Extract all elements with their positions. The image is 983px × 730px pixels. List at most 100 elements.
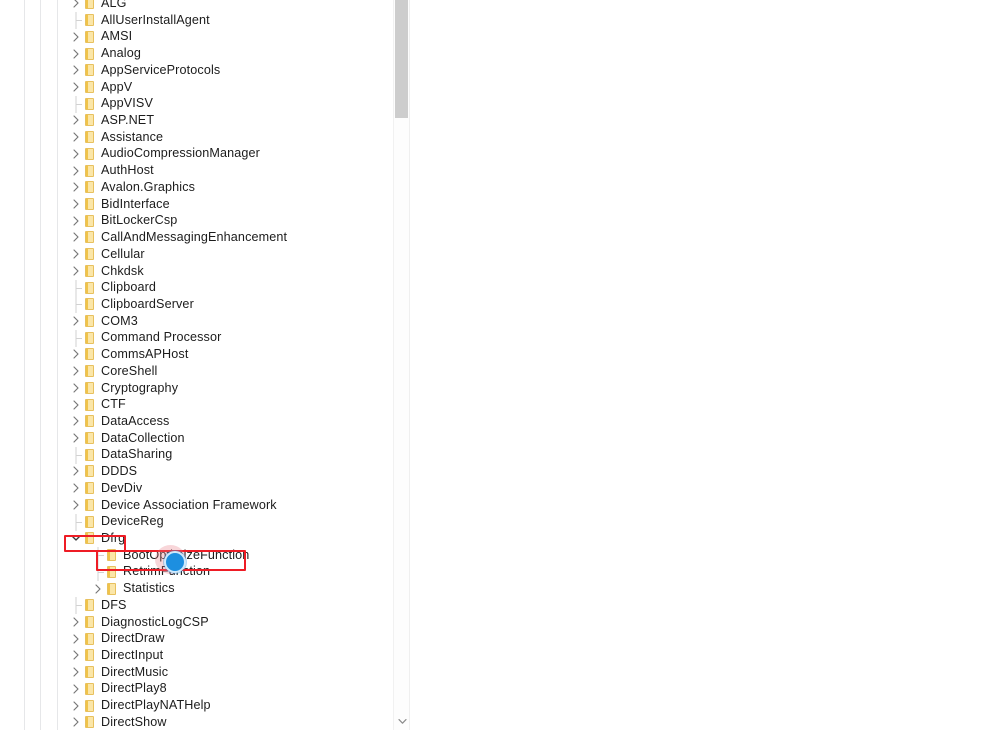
tree-item-appvisv[interactable]: AppVISV: [58, 95, 394, 113]
chevron-right-icon: [73, 634, 79, 644]
expand-toggle[interactable]: [68, 664, 84, 680]
expand-toggle[interactable]: [68, 79, 84, 95]
tree-item-analog[interactable]: Analog: [58, 45, 394, 62]
tree-item-coreshell[interactable]: CoreShell: [58, 363, 394, 380]
tree-item-directmusic[interactable]: DirectMusic: [58, 664, 394, 681]
tree-item-statistics[interactable]: Statistics: [58, 580, 394, 597]
collapse-toggle[interactable]: [68, 530, 84, 546]
tree-item-dataaccess[interactable]: DataAccess: [58, 413, 394, 430]
tree-item-label: CTF: [101, 397, 126, 412]
registry-key-tree-list: ALG AllUserInstallAgent AMSI Analog AppServi…: [58, 0, 394, 730]
tree-item-callandmessagingenhancement[interactable]: CallAndMessagingEnhancement: [58, 229, 394, 246]
expand-toggle[interactable]: [68, 430, 84, 446]
expand-toggle[interactable]: [68, 614, 84, 630]
tree-item-diagnosticlogcsp[interactable]: DiagnosticLogCSP: [58, 614, 394, 631]
expand-toggle[interactable]: [68, 62, 84, 78]
tree-item-datacollection[interactable]: DataCollection: [58, 430, 394, 447]
expand-toggle[interactable]: [68, 229, 84, 245]
tree-item-label: BitLockerCsp: [101, 213, 178, 228]
tree-item-com3[interactable]: COM3: [58, 313, 394, 330]
chevron-right-icon: [73, 232, 79, 242]
tree-item-directplay8[interactable]: DirectPlay8: [58, 680, 394, 697]
folder-icon: [85, 348, 94, 361]
tree-item-chkdsk[interactable]: Chkdsk: [58, 263, 394, 280]
tree-item-device-association-framework[interactable]: Device Association Framework: [58, 497, 394, 514]
tree-item-authhost[interactable]: AuthHost: [58, 162, 394, 179]
expand-toggle[interactable]: [68, 46, 84, 62]
expand-toggle[interactable]: [68, 246, 84, 262]
tree-item-command-processor[interactable]: Command Processor: [58, 329, 394, 347]
tree-item-directshow[interactable]: DirectShow: [58, 714, 394, 730]
registry-values-pane[interactable]: [411, 0, 983, 730]
expand-toggle[interactable]: [68, 196, 84, 212]
tree-item-clipboardserver[interactable]: ClipboardServer: [58, 296, 394, 314]
tree-item-avalon-graphics[interactable]: Avalon.Graphics: [58, 179, 394, 196]
tree-item-appv[interactable]: AppV: [58, 79, 394, 96]
expand-toggle[interactable]: [68, 714, 84, 730]
expand-toggle[interactable]: [68, 463, 84, 479]
tree-item-devicereg[interactable]: DeviceReg: [58, 513, 394, 531]
tree-item-alluserinstallagent[interactable]: AllUserInstallAgent: [58, 12, 394, 30]
registry-key-tree-panel[interactable]: ALG AllUserInstallAgent AMSI Analog AppServi…: [58, 0, 414, 730]
tree-item-clipboard[interactable]: Clipboard: [58, 279, 394, 297]
expand-toggle[interactable]: [68, 213, 84, 229]
tree-connector-icon: [97, 563, 104, 581]
expand-toggle[interactable]: [68, 263, 84, 279]
chevron-right-icon: [73, 182, 79, 192]
tree-item-label: DeviceReg: [101, 514, 164, 529]
expand-toggle[interactable]: [68, 112, 84, 128]
tree-item-assistance[interactable]: Assistance: [58, 129, 394, 146]
tree-item-amsi[interactable]: AMSI: [58, 28, 394, 45]
expand-toggle[interactable]: [68, 698, 84, 714]
tree-item-directplaynathelp[interactable]: DirectPlayNATHelp: [58, 697, 394, 714]
expand-toggle[interactable]: [68, 480, 84, 496]
expand-toggle[interactable]: [68, 380, 84, 396]
tree-item-cryptography[interactable]: Cryptography: [58, 380, 394, 397]
expand-toggle[interactable]: [68, 29, 84, 45]
expand-toggle[interactable]: [68, 397, 84, 413]
expand-toggle[interactable]: [68, 631, 84, 647]
tree-item-bootoptimizefunction[interactable]: BootOptimizeFunction: [58, 547, 394, 565]
tree-item-retrimfunction[interactable]: RetrimFunction: [58, 563, 394, 581]
tree-item-asp-net[interactable]: ASP.NET: [58, 112, 394, 129]
expand-toggle[interactable]: [68, 129, 84, 145]
expand-toggle[interactable]: [68, 346, 84, 362]
chevron-right-icon: [73, 132, 79, 142]
expand-toggle[interactable]: [68, 497, 84, 513]
tree-item-devdiv[interactable]: DevDiv: [58, 480, 394, 497]
expand-toggle[interactable]: [68, 647, 84, 663]
tree-item-ctf[interactable]: CTF: [58, 396, 394, 413]
folder-icon: [85, 214, 94, 227]
tree-connector: [68, 329, 84, 347]
chevron-right-icon: [73, 32, 79, 42]
tree-item-label: AllUserInstallAgent: [101, 12, 210, 27]
tree-item-bidinterface[interactable]: BidInterface: [58, 196, 394, 213]
chevron-down-icon: [71, 535, 81, 542]
tree-item-label: DirectPlay8: [101, 681, 167, 696]
tree-item-alg[interactable]: ALG: [58, 0, 394, 12]
tree-item-datasharing[interactable]: DataSharing: [58, 446, 394, 464]
expand-toggle[interactable]: [68, 163, 84, 179]
tree-item-directinput[interactable]: DirectInput: [58, 647, 394, 664]
expand-toggle[interactable]: [68, 179, 84, 195]
tree-item-directdraw[interactable]: DirectDraw: [58, 630, 394, 647]
scrollbar-thumb[interactable]: [395, 0, 408, 118]
tree-item-dfs[interactable]: DFS: [58, 597, 394, 615]
tree-item-commsaphost[interactable]: CommsAPHost: [58, 346, 394, 363]
tree-item-bitlockercsp[interactable]: BitLockerCsp: [58, 212, 394, 229]
expand-toggle[interactable]: [90, 581, 106, 597]
scroll-down-button[interactable]: [394, 713, 410, 730]
expand-toggle[interactable]: [68, 313, 84, 329]
tree-item-cellular[interactable]: Cellular: [58, 246, 394, 263]
tree-item-ddds[interactable]: DDDS: [58, 463, 394, 480]
expand-toggle[interactable]: [68, 363, 84, 379]
tree-item-appserviceprotocols[interactable]: AppServiceProtocols: [58, 62, 394, 79]
tree-item-audiocompressionmanager[interactable]: AudioCompressionManager: [58, 145, 394, 162]
tree-vertical-scrollbar[interactable]: [393, 0, 410, 730]
chevron-right-icon: [73, 349, 79, 360]
expand-toggle[interactable]: [68, 681, 84, 697]
tree-item-dfrg[interactable]: Dfrg: [58, 530, 394, 547]
expand-toggle[interactable]: [68, 146, 84, 162]
expand-toggle[interactable]: [68, 413, 84, 429]
expand-toggle[interactable]: [68, 0, 84, 11]
